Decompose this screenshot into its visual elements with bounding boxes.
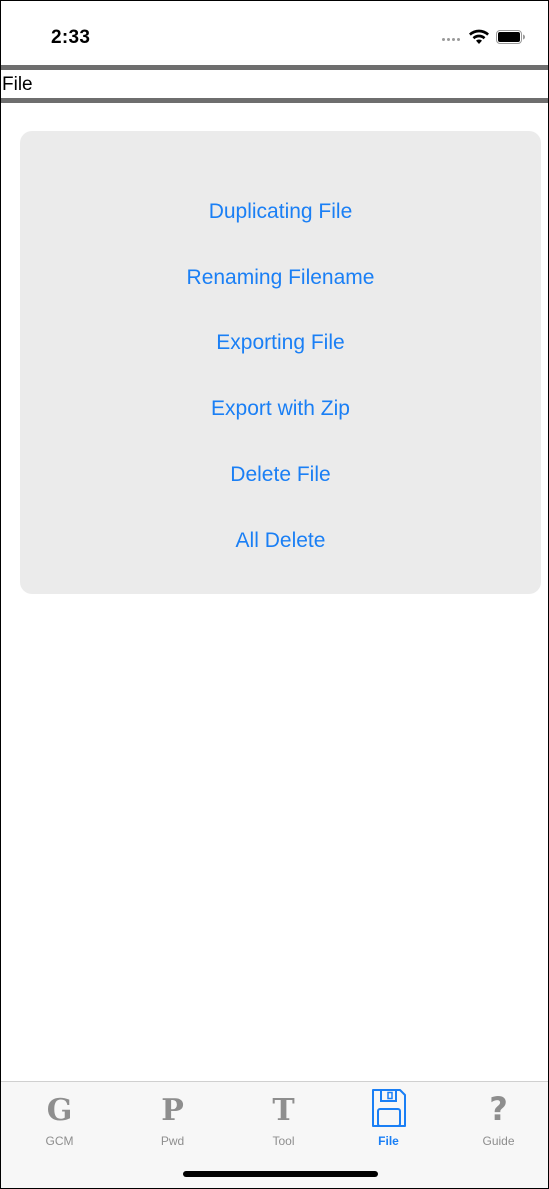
floppy-disk-icon bbox=[334, 1088, 443, 1128]
nav-divider-top bbox=[1, 65, 548, 70]
status-bar: 2:33 bbox=[1, 1, 548, 65]
app-frame: 2:33 File Duplicating File Renaming File… bbox=[0, 0, 549, 1189]
question-mark-icon: ? bbox=[489, 1090, 508, 1128]
rename-file-button[interactable]: Renaming Filename bbox=[20, 264, 541, 292]
tab-label-gcm: GCM bbox=[45, 1134, 74, 1148]
tab-guide[interactable]: ? Guide bbox=[444, 1088, 548, 1148]
letter-p-icon: P bbox=[161, 1093, 184, 1128]
letter-g-icon: G bbox=[46, 1093, 73, 1128]
tab-label-tool: Tool bbox=[272, 1134, 295, 1148]
duplicate-file-button[interactable]: Duplicating File bbox=[20, 198, 541, 226]
file-actions-panel: Duplicating File Renaming Filename Expor… bbox=[20, 131, 541, 594]
tab-label-guide: Guide bbox=[482, 1134, 515, 1148]
delete-file-button[interactable]: Delete File bbox=[20, 461, 541, 489]
battery-icon bbox=[496, 30, 526, 49]
page-title: File bbox=[2, 74, 33, 95]
nav-divider-bottom bbox=[1, 98, 548, 103]
signal-dots-icon bbox=[442, 38, 460, 41]
tab-tool[interactable]: T Tool bbox=[229, 1088, 338, 1148]
tab-label-pwd: Pwd bbox=[160, 1134, 185, 1148]
export-file-button[interactable]: Exporting File bbox=[20, 329, 541, 357]
status-time: 2:33 bbox=[51, 27, 91, 48]
tab-gcm[interactable]: G GCM bbox=[5, 1088, 114, 1148]
tab-file[interactable]: File bbox=[334, 1088, 443, 1148]
tab-pwd[interactable]: P Pwd bbox=[118, 1088, 227, 1148]
export-zip-button[interactable]: Export with Zip bbox=[20, 395, 541, 423]
home-indicator bbox=[183, 1171, 378, 1177]
wifi-icon bbox=[468, 29, 490, 50]
tab-label-file: File bbox=[378, 1134, 399, 1148]
delete-all-button[interactable]: All Delete bbox=[20, 527, 541, 555]
letter-t-icon: T bbox=[272, 1093, 295, 1128]
status-icons bbox=[442, 29, 526, 50]
